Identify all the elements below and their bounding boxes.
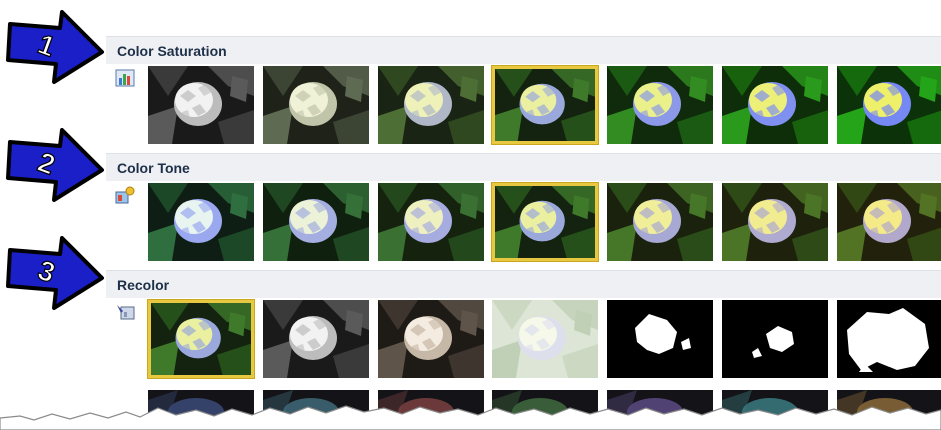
thumbnail-saturation-2[interactable] [263, 66, 369, 144]
recolor-icon [117, 305, 135, 320]
hydrangea-image [151, 303, 251, 375]
thumbnail-recolor-5[interactable] [607, 300, 713, 378]
hydrangea-image [495, 186, 595, 258]
hydrangea-image [378, 66, 484, 144]
thumbnail-recolor-1[interactable] [148, 300, 254, 378]
hydrangea-image [263, 183, 369, 261]
hydrangea-image [263, 300, 369, 378]
torn-edge [0, 405, 941, 430]
thumbnail-recolor-7[interactable] [837, 300, 941, 378]
thumbnail-tone-5[interactable] [607, 183, 713, 261]
thumbnail-tone-2[interactable] [263, 183, 369, 261]
thumbnail-saturation-1[interactable] [148, 66, 254, 144]
thumbnail-recolor-6[interactable] [722, 300, 828, 378]
thumbnail-recolor-3[interactable] [378, 300, 484, 378]
thumbnail-tone-6[interactable] [722, 183, 828, 261]
hydrangea-image [837, 300, 941, 378]
hydrangea-image [148, 183, 254, 261]
thumbnail-tone-1[interactable] [148, 183, 254, 261]
hydrangea-image [722, 66, 828, 144]
saturation-icon [115, 69, 135, 87]
hydrangea-image [722, 300, 828, 378]
hydrangea-image [722, 183, 828, 261]
section-header-recolor: Recolor [106, 270, 941, 298]
hydrangea-image [263, 66, 369, 144]
section-header-color-tone: Color Tone [106, 153, 941, 181]
section-title: Recolor [117, 277, 170, 293]
hydrangea-image [378, 183, 484, 261]
thumbnail-recolor-4[interactable] [492, 300, 598, 378]
thumbnail-saturation-5[interactable] [607, 66, 713, 144]
thumbnail-recolor-2[interactable] [263, 300, 369, 378]
thumbnail-tone-7[interactable] [837, 183, 941, 261]
color-tone-icon [115, 186, 135, 204]
section-title: Color Tone [117, 160, 190, 176]
hydrangea-image [607, 183, 713, 261]
hydrangea-image [495, 69, 595, 141]
thumbnail-tone-3[interactable] [378, 183, 484, 261]
callout-arrow-2: 2 [6, 128, 104, 202]
hydrangea-image [148, 66, 254, 144]
hydrangea-image [378, 300, 484, 378]
section-title: Color Saturation [117, 43, 227, 59]
hydrangea-image [607, 300, 713, 378]
hydrangea-image [837, 183, 941, 261]
thumbnail-saturation-7[interactable] [837, 66, 941, 144]
thumbnail-tone-4[interactable] [492, 183, 598, 261]
hydrangea-image [492, 300, 598, 378]
callout-arrow-1: 1 [6, 10, 104, 84]
section-header-color-saturation: Color Saturation [106, 36, 941, 64]
hydrangea-image [837, 66, 941, 144]
thumbnail-saturation-4[interactable] [492, 66, 598, 144]
thumbnail-saturation-3[interactable] [378, 66, 484, 144]
hydrangea-image [607, 66, 713, 144]
callout-arrow-3: 3 [6, 236, 104, 310]
thumbnail-saturation-6[interactable] [722, 66, 828, 144]
